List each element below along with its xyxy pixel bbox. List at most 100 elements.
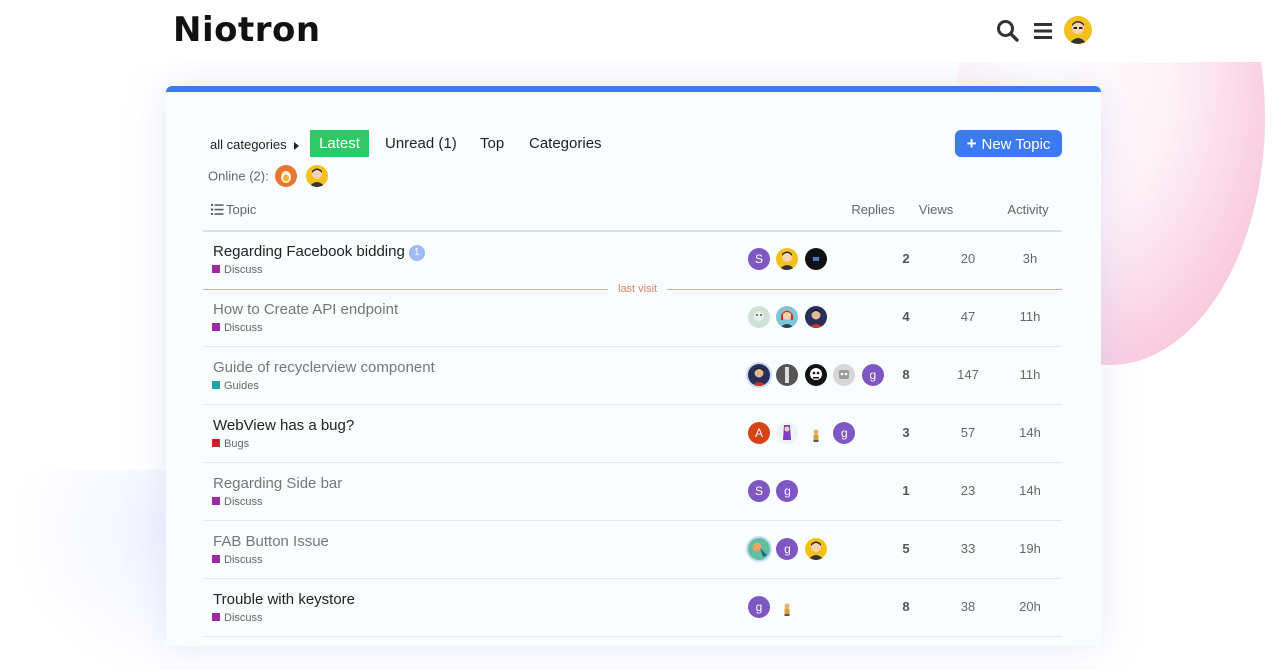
topic-replies: 8 xyxy=(902,599,910,614)
topic-activity[interactable]: 11h xyxy=(1003,309,1057,324)
poster-avatar[interactable]: g xyxy=(833,422,856,444)
category-color-square xyxy=(212,439,220,447)
header-replies[interactable]: Replies xyxy=(848,202,898,217)
topic-title-link[interactable]: Guide of recyclerview component xyxy=(213,359,435,376)
topic-activity[interactable]: 14h xyxy=(1003,483,1057,498)
topic-title-link[interactable]: How to Create API endpoint xyxy=(213,301,398,318)
list-icon xyxy=(211,204,224,215)
poster-avatar[interactable] xyxy=(804,306,827,328)
poster-avatar[interactable]: g xyxy=(861,364,884,386)
topic-activity[interactable]: 14h xyxy=(1003,425,1057,440)
category-dropdown-label: all categories xyxy=(210,137,287,152)
topic-category[interactable]: Discuss xyxy=(212,264,263,276)
topic-views: 38 xyxy=(960,599,976,614)
last-visit-label: last visit xyxy=(608,282,668,296)
poster-avatar[interactable] xyxy=(776,596,798,618)
topic-posters: A g xyxy=(748,422,857,446)
topic-title-link[interactable]: Trouble with keystore xyxy=(213,591,355,608)
topic-title-link[interactable]: FAB Button Issue xyxy=(213,533,329,550)
topic-posters: g xyxy=(748,596,800,620)
unread-count-badge[interactable]: 1 xyxy=(408,245,425,261)
topic-posters: S xyxy=(748,248,829,272)
online-user-avatar[interactable] xyxy=(275,165,298,187)
poster-avatar[interactable] xyxy=(748,364,770,386)
poster-avatar[interactable]: S xyxy=(748,480,770,502)
header-topic-label: Topic xyxy=(226,202,257,217)
plus-icon: + xyxy=(966,134,977,153)
topic-row: last visit How to Create API endpoint Di… xyxy=(203,282,1062,347)
current-user-avatar[interactable] xyxy=(1064,16,1092,44)
site-header: Niotron xyxy=(0,0,1280,62)
category-color-square xyxy=(212,265,220,273)
topic-category[interactable]: Guides xyxy=(212,380,259,392)
topic-category[interactable]: Bugs xyxy=(212,438,249,450)
poster-avatar[interactable]: S xyxy=(748,248,770,270)
search-icon[interactable] xyxy=(995,18,1021,44)
topic-activity[interactable]: 11h xyxy=(1003,367,1057,382)
panel-accent-bar xyxy=(166,86,1101,92)
category-label: Discuss xyxy=(224,612,263,624)
poster-avatar[interactable] xyxy=(833,364,856,386)
topic-posters xyxy=(748,306,829,330)
tab-top[interactable]: Top xyxy=(480,130,504,157)
online-user-avatar[interactable] xyxy=(305,165,328,187)
poster-avatar[interactable]: g xyxy=(776,538,799,560)
poster-avatar[interactable] xyxy=(805,422,827,444)
tab-latest[interactable]: Latest xyxy=(310,130,369,157)
poster-avatar[interactable] xyxy=(804,364,827,386)
site-logo[interactable]: Niotron xyxy=(173,10,321,50)
topic-category[interactable]: Discuss xyxy=(212,554,263,566)
topic-activity[interactable]: 20h xyxy=(1003,599,1057,614)
category-label: Discuss xyxy=(224,264,263,276)
poster-avatar[interactable] xyxy=(776,248,799,270)
header-views[interactable]: Views xyxy=(915,202,957,217)
header-topic[interactable]: Topic xyxy=(211,202,256,217)
topic-category[interactable]: Discuss xyxy=(212,612,263,624)
topic-category[interactable]: Discuss xyxy=(212,496,263,508)
topic-table-header: Topic Replies Views Activity xyxy=(203,202,1062,232)
category-dropdown[interactable]: all categories xyxy=(210,137,299,152)
poster-avatar[interactable] xyxy=(748,538,770,560)
topic-activity[interactable]: 19h xyxy=(1003,541,1057,556)
topic-activity[interactable]: 3h xyxy=(1003,251,1057,266)
topic-title-link[interactable]: Regarding Side bar xyxy=(213,475,342,492)
topic-title: Regarding Facebook bidding xyxy=(213,243,405,260)
tab-categories[interactable]: Categories xyxy=(529,130,602,157)
topic-views: 23 xyxy=(960,483,976,498)
new-topic-label: New Topic xyxy=(981,136,1051,153)
category-label: Discuss xyxy=(224,322,263,334)
topic-views: 33 xyxy=(960,541,976,556)
poster-avatar[interactable]: A xyxy=(748,422,770,444)
tab-unread[interactable]: Unread (1) xyxy=(385,130,457,157)
topic-row: FAB Button Issue Discuss g 5 33 19h xyxy=(203,521,1062,579)
category-label: Discuss xyxy=(224,554,263,566)
topic-row: Regarding Side bar Discuss S g 1 23 14h xyxy=(203,463,1062,521)
topic-views: 20 xyxy=(960,251,976,266)
topic-category[interactable]: Discuss xyxy=(212,322,263,334)
poster-avatar[interactable] xyxy=(804,538,827,560)
topic-replies: 1 xyxy=(902,483,910,498)
topic-replies: 3 xyxy=(902,425,910,440)
poster-avatar[interactable]: g xyxy=(748,596,770,618)
online-label: Online (2): xyxy=(208,168,269,184)
poster-avatar[interactable] xyxy=(804,248,827,270)
hamburger-menu-icon[interactable] xyxy=(1030,18,1056,44)
new-topic-button[interactable]: + New Topic xyxy=(955,130,1062,157)
topic-list: Regarding Facebook bidding 1 Discuss S 2 … xyxy=(203,231,1062,637)
topic-replies: 2 xyxy=(902,251,910,266)
poster-avatar[interactable] xyxy=(776,422,799,444)
topic-title-link[interactable]: WebView has a bug? xyxy=(213,417,354,434)
header-activity[interactable]: Activity xyxy=(1003,202,1053,217)
category-color-square xyxy=(212,381,220,389)
poster-avatar[interactable] xyxy=(776,306,799,328)
poster-avatar[interactable] xyxy=(748,306,770,328)
poster-avatar[interactable]: g xyxy=(776,480,799,502)
topic-title-link[interactable]: Regarding Facebook bidding 1 xyxy=(213,243,425,261)
poster-avatar[interactable] xyxy=(776,364,799,386)
topic-row: Regarding Facebook bidding 1 Discuss S 2 … xyxy=(203,231,1062,289)
topic-posters: S g xyxy=(748,480,800,504)
last-visit-divider: last visit xyxy=(203,282,1062,296)
category-label: Bugs xyxy=(224,438,250,450)
category-color-square xyxy=(212,323,220,331)
category-label: Discuss xyxy=(224,496,263,508)
